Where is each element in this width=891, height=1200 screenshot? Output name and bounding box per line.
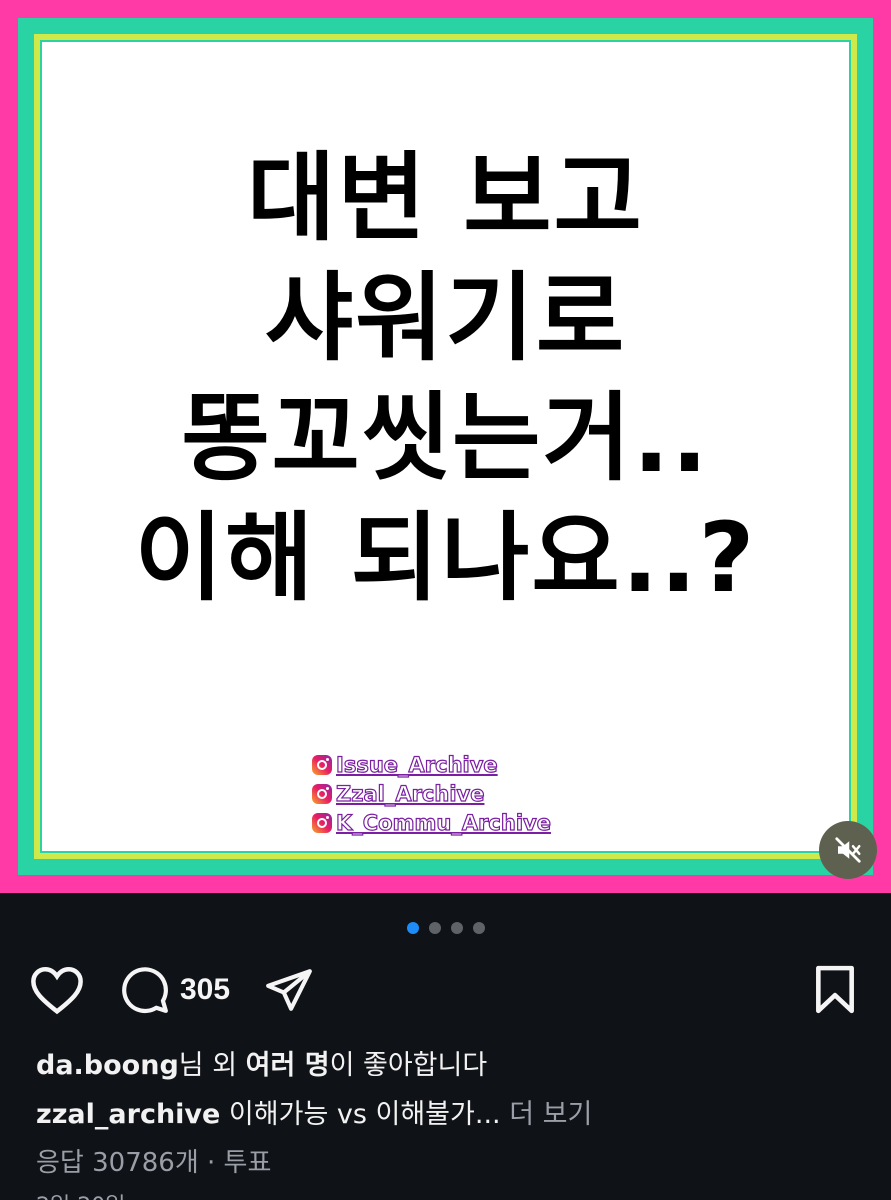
poll-responses[interactable]: 응답 30786개 · 투표 bbox=[36, 1142, 271, 1179]
mute-button[interactable] bbox=[819, 821, 877, 879]
carousel-dot bbox=[472, 922, 485, 934]
headline-line: 샤워기로 bbox=[264, 262, 627, 374]
watermark-text: K_Commu_Archive bbox=[335, 810, 551, 835]
caption-text: 이해가능 vs 이해불가... bbox=[220, 1099, 510, 1130]
author-username[interactable]: zzal_archive bbox=[36, 1099, 220, 1130]
save-button[interactable] bbox=[813, 965, 857, 1015]
watermark-item: Issue_Archive bbox=[312, 750, 551, 779]
carousel-dot bbox=[450, 922, 463, 934]
liker-username[interactable]: da.boong bbox=[36, 1050, 179, 1081]
bookmark-icon bbox=[816, 965, 854, 1014]
likes-others[interactable]: 여러 명 bbox=[246, 1050, 330, 1081]
watermark-list: Issue_Archive Zzal_Archive K_Commu_Archi… bbox=[312, 750, 552, 837]
post-headline: 대변 보고 샤워기로 똥꼬씻는거.. 이해 되나요..? bbox=[42, 138, 849, 618]
lime-frame: 대변 보고 샤워기로 똥꼬씻는거.. 이해 되나요..? Issue_Archi… bbox=[34, 34, 857, 859]
watermark-item: Zzal_Archive bbox=[312, 779, 551, 808]
comment-bubble-icon bbox=[122, 967, 168, 1014]
watermark-text: Issue_Archive bbox=[335, 752, 498, 777]
headline-line: 대변 보고 bbox=[247, 142, 644, 254]
post-image[interactable]: 대변 보고 샤워기로 똥꼬씻는거.. 이해 되나요..? Issue_Archi… bbox=[0, 0, 891, 893]
likes-text: 님 외 bbox=[178, 1050, 246, 1081]
instagram-icon bbox=[312, 812, 332, 833]
headline-line: 이해 되나요..? bbox=[134, 502, 757, 614]
carousel-dot-active bbox=[406, 922, 419, 934]
likes-text: 이 좋아합니다 bbox=[329, 1050, 488, 1081]
heart-icon bbox=[31, 967, 83, 1015]
post-caption: zzal_archive 이해가능 vs 이해불가... 더 보기 bbox=[36, 1092, 592, 1131]
instagram-icon bbox=[312, 783, 332, 804]
likes-summary: da.boong님 외 여러 명이 좋아합니다 bbox=[36, 1043, 487, 1082]
carousel-dot bbox=[428, 922, 441, 934]
carousel-indicator bbox=[0, 922, 891, 934]
headline-line: 똥꼬씻는거.. bbox=[181, 382, 710, 494]
watermark-text: Zzal_Archive bbox=[335, 781, 485, 806]
more-link[interactable]: 더 보기 bbox=[509, 1099, 592, 1130]
paper-plane-icon bbox=[266, 969, 312, 1011]
action-bar: 305 bbox=[30, 962, 857, 1018]
speaker-muted-icon bbox=[835, 837, 861, 863]
instagram-post-screen: 대변 보고 샤워기로 똥꼬씻는거.. 이해 되나요..? Issue_Archi… bbox=[0, 0, 891, 1200]
post-timestamp: 2일 20일 bbox=[36, 1188, 125, 1200]
share-button[interactable] bbox=[264, 965, 314, 1015]
teal-frame: 대변 보고 샤워기로 똥꼬씻는거.. 이해 되나요..? Issue_Archi… bbox=[18, 18, 873, 875]
like-button[interactable] bbox=[30, 965, 84, 1015]
comment-button[interactable]: 305 bbox=[120, 965, 230, 1015]
instagram-icon bbox=[312, 754, 332, 775]
watermark-item: K_Commu_Archive bbox=[312, 808, 552, 837]
post-image-canvas: 대변 보고 샤워기로 똥꼬씻는거.. 이해 되나요..? Issue_Archi… bbox=[40, 40, 851, 853]
comment-count: 305 bbox=[180, 973, 231, 1006]
